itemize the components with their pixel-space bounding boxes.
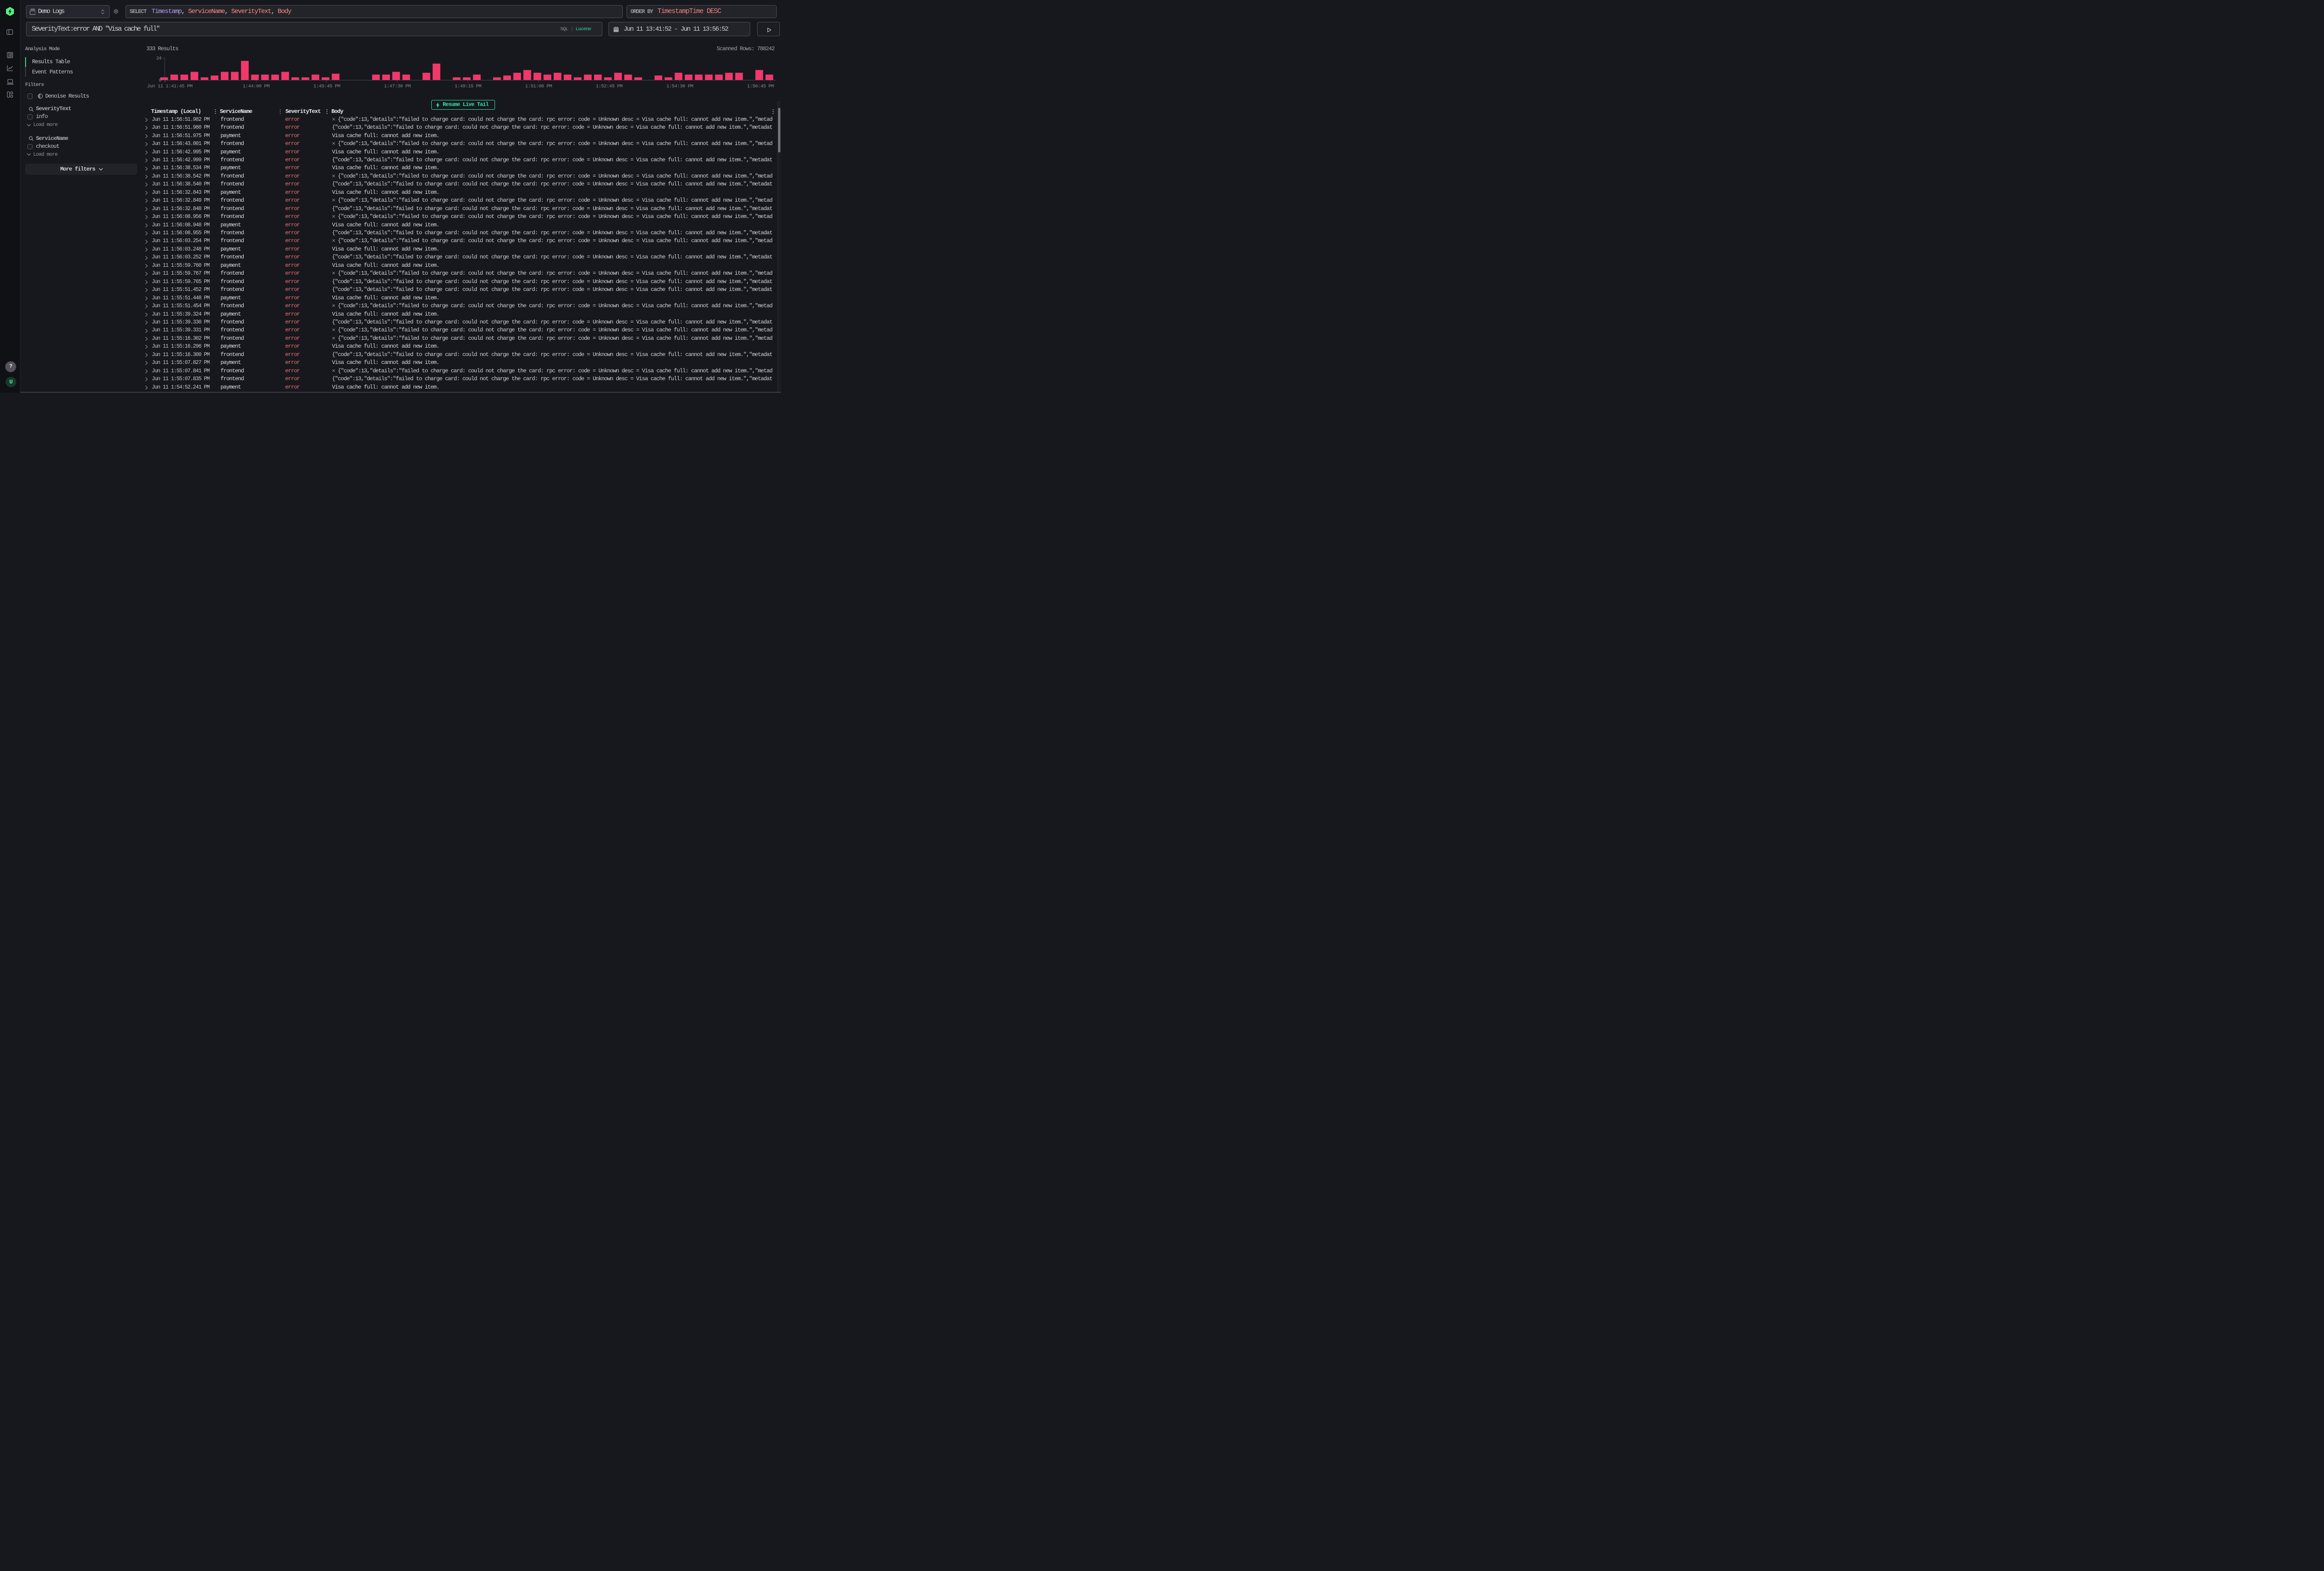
svg-text:1:54:30 PM: 1:54:30 PM	[667, 84, 693, 89]
svg-text:0: 0	[159, 78, 162, 83]
svg-text:1:47:30 PM: 1:47:30 PM	[384, 84, 411, 89]
svg-text:1:52:45 PM: 1:52:45 PM	[596, 84, 623, 89]
svg-text:1:45:45 PM: 1:45:45 PM	[313, 84, 340, 89]
svg-text:1:56:45 PM: 1:56:45 PM	[747, 84, 774, 89]
svg-text:1:51:00 PM: 1:51:00 PM	[525, 84, 552, 89]
svg-text:24: 24	[156, 56, 161, 61]
svg-text:1:49:15 PM: 1:49:15 PM	[455, 84, 482, 89]
svg-text:Jun 11 1:41:45 PM: Jun 11 1:41:45 PM	[147, 84, 192, 89]
svg-text:1:44:00 PM: 1:44:00 PM	[243, 84, 270, 89]
